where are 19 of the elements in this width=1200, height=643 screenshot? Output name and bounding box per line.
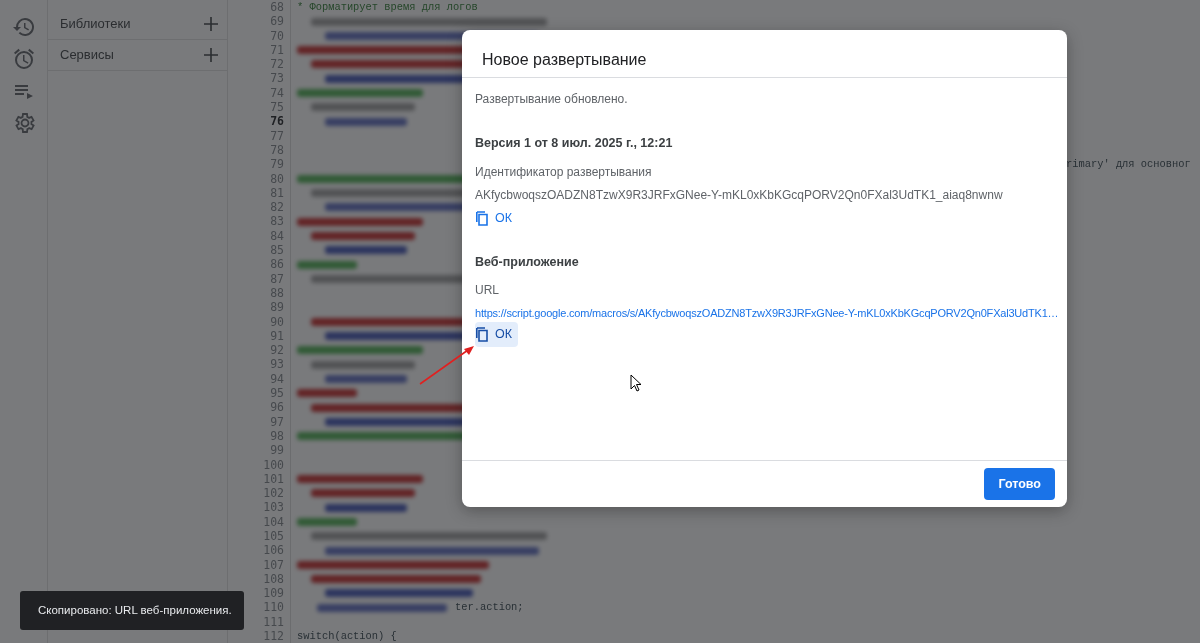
code-text: rimary' для основног: [1066, 158, 1191, 171]
field-label: Идентификатор развертывания: [475, 164, 652, 181]
version-title: Версия 1 от 8 июл. 2025 г., 12:21: [475, 134, 673, 151]
field-label: URL: [475, 282, 499, 299]
copy-button[interactable]: ОК: [475, 322, 518, 347]
code-text: * Форматирует время для логов: [297, 1, 478, 13]
dialog-title: Новое развертывание: [482, 51, 647, 68]
code-text: ter.action;: [455, 601, 524, 614]
done-button[interactable]: Готово: [984, 467, 1055, 501]
sidebar-item[interactable]: Библиотеки: [48, 9, 227, 40]
status-text: Развертывание обновлено.: [475, 92, 628, 108]
line-number: 76: [269, 114, 284, 129]
toast-message: Скопировано: URL веб-приложения.: [20, 591, 244, 630]
sidebar-item[interactable]: Сервисы: [48, 40, 227, 71]
url-link[interactable]: https://script.google.com/macros/s/AKfycbwoqszOADZN8TzwX9R3JRFxGNee-Y-mKL0xKbKGcqPORV2Qn0FXal3UdTK1…: [475, 306, 1059, 321]
code-text: switch(action) {: [297, 630, 397, 643]
deployment-id: AKfycbwoqszOADZN8TzwX9R3JRFxGNee-Y-mKL0xKbKGcqPORV2Qn0FXal3UdTK1_aiaq8nwnw: [475, 188, 1003, 205]
copy-button[interactable]: ОК: [475, 206, 518, 231]
section-title: Веб-приложение: [475, 254, 579, 271]
